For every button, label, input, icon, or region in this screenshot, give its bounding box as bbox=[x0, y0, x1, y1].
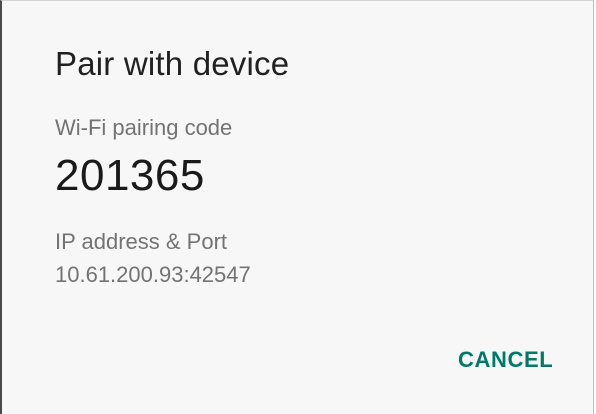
pairing-code-value: 201365 bbox=[55, 151, 205, 200]
pair-with-device-dialog: Pair with device Wi-Fi pairing code 2013… bbox=[0, 0, 594, 414]
cancel-button[interactable]: CANCEL bbox=[450, 343, 561, 377]
ip-address-value: 10.61.200.93:42547 bbox=[55, 262, 251, 287]
ip-address-label: IP address & Port bbox=[55, 229, 228, 254]
pairing-code-label: Wi-Fi pairing code bbox=[55, 115, 233, 140]
dialog-title: Pair with device bbox=[55, 45, 290, 82]
